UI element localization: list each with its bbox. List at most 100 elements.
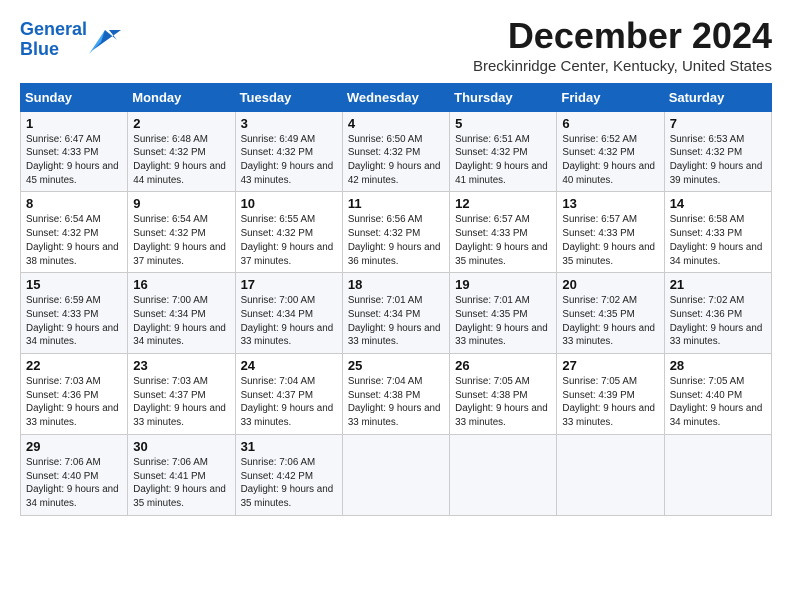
page-title: December 2024 [473, 16, 772, 56]
calendar-week-5: 29 Sunrise: 7:06 AMSunset: 4:40 PMDaylig… [21, 434, 772, 515]
day-number: 15 [26, 277, 122, 292]
day-number: 10 [241, 196, 337, 211]
day-number: 26 [455, 358, 551, 373]
calendar-cell: 31 Sunrise: 7:06 AMSunset: 4:42 PMDaylig… [235, 434, 342, 515]
day-detail: Sunrise: 7:03 AMSunset: 4:36 PMDaylight:… [26, 376, 119, 428]
day-detail: Sunrise: 7:00 AMSunset: 4:34 PMDaylight:… [133, 295, 226, 347]
calendar-cell: 24 Sunrise: 7:04 AMSunset: 4:37 PMDaylig… [235, 354, 342, 435]
day-number: 21 [670, 277, 766, 292]
calendar-cell: 13 Sunrise: 6:57 AMSunset: 4:33 PMDaylig… [557, 192, 664, 273]
calendar-cell: 5 Sunrise: 6:51 AMSunset: 4:32 PMDayligh… [450, 111, 557, 192]
logo: General Blue [20, 20, 121, 60]
day-detail: Sunrise: 6:57 AMSunset: 4:33 PMDaylight:… [562, 214, 655, 266]
main-container: General Blue December 2024 Breckinridge … [0, 0, 792, 526]
calendar-cell: 20 Sunrise: 7:02 AMSunset: 4:35 PMDaylig… [557, 273, 664, 354]
day-number: 17 [241, 277, 337, 292]
day-detail: Sunrise: 6:51 AMSunset: 4:32 PMDaylight:… [455, 134, 548, 186]
day-number: 24 [241, 358, 337, 373]
calendar-cell: 6 Sunrise: 6:52 AMSunset: 4:32 PMDayligh… [557, 111, 664, 192]
calendar-cell: 25 Sunrise: 7:04 AMSunset: 4:38 PMDaylig… [342, 354, 449, 435]
calendar-cell: 11 Sunrise: 6:56 AMSunset: 4:32 PMDaylig… [342, 192, 449, 273]
calendar-cell: 16 Sunrise: 7:00 AMSunset: 4:34 PMDaylig… [128, 273, 235, 354]
day-number: 6 [562, 116, 658, 131]
day-detail: Sunrise: 6:59 AMSunset: 4:33 PMDaylight:… [26, 295, 119, 347]
calendar-cell: 10 Sunrise: 6:55 AMSunset: 4:32 PMDaylig… [235, 192, 342, 273]
calendar-cell: 17 Sunrise: 7:00 AMSunset: 4:34 PMDaylig… [235, 273, 342, 354]
day-detail: Sunrise: 7:05 AMSunset: 4:38 PMDaylight:… [455, 376, 548, 428]
day-header-saturday: Saturday [664, 83, 771, 111]
day-number: 4 [348, 116, 444, 131]
day-detail: Sunrise: 7:05 AMSunset: 4:40 PMDaylight:… [670, 376, 763, 428]
calendar-week-1: 1 Sunrise: 6:47 AMSunset: 4:33 PMDayligh… [21, 111, 772, 192]
day-number: 27 [562, 358, 658, 373]
day-number: 20 [562, 277, 658, 292]
calendar-cell: 23 Sunrise: 7:03 AMSunset: 4:37 PMDaylig… [128, 354, 235, 435]
calendar-body: 1 Sunrise: 6:47 AMSunset: 4:33 PMDayligh… [21, 111, 772, 515]
day-detail: Sunrise: 6:50 AMSunset: 4:32 PMDaylight:… [348, 134, 441, 186]
day-header-friday: Friday [557, 83, 664, 111]
day-number: 23 [133, 358, 229, 373]
calendar-cell [450, 434, 557, 515]
calendar-cell: 1 Sunrise: 6:47 AMSunset: 4:33 PMDayligh… [21, 111, 128, 192]
calendar-table: SundayMondayTuesdayWednesdayThursdayFrid… [20, 83, 772, 516]
day-number: 22 [26, 358, 122, 373]
day-number: 29 [26, 439, 122, 454]
day-detail: Sunrise: 6:52 AMSunset: 4:32 PMDaylight:… [562, 134, 655, 186]
day-number: 25 [348, 358, 444, 373]
calendar-cell: 30 Sunrise: 7:06 AMSunset: 4:41 PMDaylig… [128, 434, 235, 515]
calendar-header: SundayMondayTuesdayWednesdayThursdayFrid… [21, 83, 772, 111]
day-detail: Sunrise: 6:57 AMSunset: 4:33 PMDaylight:… [455, 214, 548, 266]
day-number: 3 [241, 116, 337, 131]
calendar-cell: 14 Sunrise: 6:58 AMSunset: 4:33 PMDaylig… [664, 192, 771, 273]
calendar-cell: 18 Sunrise: 7:01 AMSunset: 4:34 PMDaylig… [342, 273, 449, 354]
day-number: 11 [348, 196, 444, 211]
day-detail: Sunrise: 7:03 AMSunset: 4:37 PMDaylight:… [133, 376, 226, 428]
day-number: 5 [455, 116, 551, 131]
calendar-cell: 4 Sunrise: 6:50 AMSunset: 4:32 PMDayligh… [342, 111, 449, 192]
day-detail: Sunrise: 6:55 AMSunset: 4:32 PMDaylight:… [241, 214, 334, 266]
calendar-cell: 28 Sunrise: 7:05 AMSunset: 4:40 PMDaylig… [664, 354, 771, 435]
calendar-cell: 3 Sunrise: 6:49 AMSunset: 4:32 PMDayligh… [235, 111, 342, 192]
day-number: 28 [670, 358, 766, 373]
calendar-cell: 26 Sunrise: 7:05 AMSunset: 4:38 PMDaylig… [450, 354, 557, 435]
day-number: 1 [26, 116, 122, 131]
day-number: 2 [133, 116, 229, 131]
day-detail: Sunrise: 6:58 AMSunset: 4:33 PMDaylight:… [670, 214, 763, 266]
day-detail: Sunrise: 6:49 AMSunset: 4:32 PMDaylight:… [241, 134, 334, 186]
day-header-sunday: Sunday [21, 83, 128, 111]
calendar-cell: 2 Sunrise: 6:48 AMSunset: 4:32 PMDayligh… [128, 111, 235, 192]
day-detail: Sunrise: 7:06 AMSunset: 4:41 PMDaylight:… [133, 457, 226, 509]
day-detail: Sunrise: 6:54 AMSunset: 4:32 PMDaylight:… [26, 214, 119, 266]
day-number: 19 [455, 277, 551, 292]
calendar-cell: 8 Sunrise: 6:54 AMSunset: 4:32 PMDayligh… [21, 192, 128, 273]
calendar-week-4: 22 Sunrise: 7:03 AMSunset: 4:36 PMDaylig… [21, 354, 772, 435]
day-detail: Sunrise: 7:06 AMSunset: 4:40 PMDaylight:… [26, 457, 119, 509]
day-header-tuesday: Tuesday [235, 83, 342, 111]
day-header-wednesday: Wednesday [342, 83, 449, 111]
day-number: 7 [670, 116, 766, 131]
day-header-thursday: Thursday [450, 83, 557, 111]
day-number: 14 [670, 196, 766, 211]
day-header-monday: Monday [128, 83, 235, 111]
calendar-cell [557, 434, 664, 515]
day-detail: Sunrise: 7:02 AMSunset: 4:35 PMDaylight:… [562, 295, 655, 347]
calendar-cell: 9 Sunrise: 6:54 AMSunset: 4:32 PMDayligh… [128, 192, 235, 273]
calendar-week-3: 15 Sunrise: 6:59 AMSunset: 4:33 PMDaylig… [21, 273, 772, 354]
calendar-cell [664, 434, 771, 515]
day-detail: Sunrise: 7:01 AMSunset: 4:34 PMDaylight:… [348, 295, 441, 347]
day-number: 9 [133, 196, 229, 211]
calendar-cell: 7 Sunrise: 6:53 AMSunset: 4:32 PMDayligh… [664, 111, 771, 192]
day-detail: Sunrise: 7:01 AMSunset: 4:35 PMDaylight:… [455, 295, 548, 347]
day-detail: Sunrise: 7:04 AMSunset: 4:38 PMDaylight:… [348, 376, 441, 428]
calendar-cell: 15 Sunrise: 6:59 AMSunset: 4:33 PMDaylig… [21, 273, 128, 354]
day-detail: Sunrise: 7:05 AMSunset: 4:39 PMDaylight:… [562, 376, 655, 428]
calendar-week-2: 8 Sunrise: 6:54 AMSunset: 4:32 PMDayligh… [21, 192, 772, 273]
day-detail: Sunrise: 7:04 AMSunset: 4:37 PMDaylight:… [241, 376, 334, 428]
header-row: SundayMondayTuesdayWednesdayThursdayFrid… [21, 83, 772, 111]
calendar-cell: 22 Sunrise: 7:03 AMSunset: 4:36 PMDaylig… [21, 354, 128, 435]
logo-text: General [20, 20, 87, 40]
day-number: 18 [348, 277, 444, 292]
calendar-cell: 21 Sunrise: 7:02 AMSunset: 4:36 PMDaylig… [664, 273, 771, 354]
day-detail: Sunrise: 6:48 AMSunset: 4:32 PMDaylight:… [133, 134, 226, 186]
logo-icon [89, 26, 121, 54]
